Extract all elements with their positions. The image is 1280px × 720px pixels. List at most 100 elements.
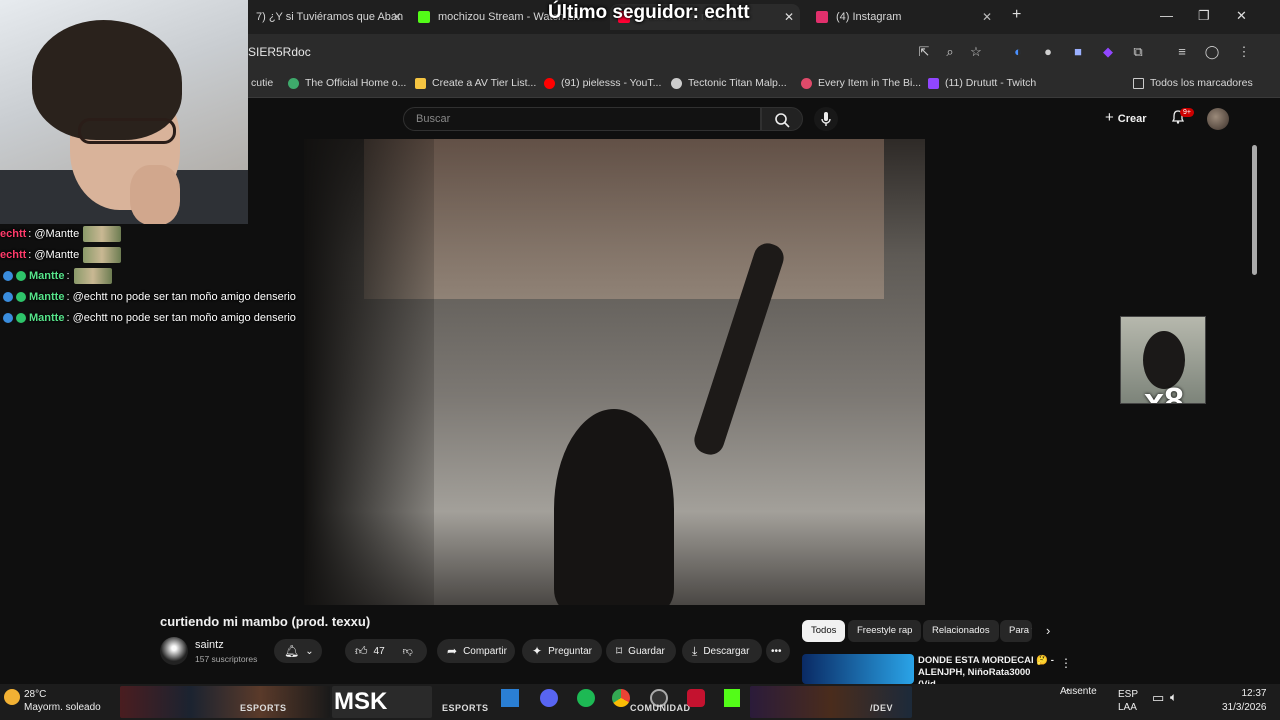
page-scrollbar[interactable] <box>1250 139 1258 679</box>
twitch-extension-icon[interactable]: ◆ <box>1100 44 1116 60</box>
wrench-badge-icon <box>3 313 13 323</box>
bookmark-item[interactable]: Every Item in The Bi... <box>801 77 921 89</box>
taskbar-banner-art <box>120 686 330 718</box>
discord-icon[interactable] <box>540 689 558 707</box>
install-app-icon[interactable]: ⇱ <box>916 44 932 60</box>
chat-message: Mantte : @echtt no pode ser tan moño ami… <box>0 287 310 307</box>
bookmark-item[interactable]: (11) Drututt - Twitch <box>928 77 1036 89</box>
like-icon[interactable]: 👍︎ <box>355 644 368 659</box>
subscription-bell-button[interactable]: 🔔︎ ⌄ <box>274 639 322 663</box>
search-button[interactable] <box>761 107 803 131</box>
chip-todos[interactable]: Todos <box>802 620 846 642</box>
bookmark-favicon-icon <box>671 77 682 89</box>
chevron-down-icon: ⌄ <box>305 645 314 657</box>
keyboard-layout: LAA <box>1118 702 1137 713</box>
folder-icon <box>1133 77 1144 89</box>
all-bookmarks-folder[interactable]: Todos los marcadores <box>1133 77 1253 89</box>
bookmark-item[interactable]: (91) pielesss - YouT... <box>544 77 661 89</box>
new-tab-button[interactable]: + <box>1012 6 1021 24</box>
plus-icon: + <box>1105 109 1114 126</box>
app-icon[interactable] <box>687 689 705 707</box>
extensions-puzzle-icon[interactable]: ⧉ <box>1130 44 1146 60</box>
close-tab-icon[interactable]: ✕ <box>982 10 992 24</box>
create-button[interactable]: + Crear <box>1105 109 1147 126</box>
verified-badge-icon <box>16 313 26 323</box>
video-options-icon[interactable]: ⋮ <box>1060 656 1072 670</box>
video-frame-shadow <box>304 139 434 605</box>
microphone-icon <box>821 112 831 126</box>
spotify-icon[interactable] <box>577 689 595 707</box>
bookmark-item[interactable]: Create a AV Tier List... <box>415 77 536 89</box>
channel-name[interactable]: saintz <box>195 639 224 651</box>
channel-avatar[interactable] <box>160 637 188 665</box>
webcam-glasses <box>78 118 176 144</box>
bookmark-item[interactable]: The Official Home o... <box>288 77 406 89</box>
latest-follower-text: Último seguidor: echtt <box>548 2 750 23</box>
system-clock[interactable]: 12:37 31/3/2026 <box>1222 687 1267 715</box>
chevron-right-icon[interactable]: › <box>1046 623 1050 638</box>
tab-title: (4) Instagram <box>836 11 902 23</box>
search-input[interactable]: Buscar <box>403 107 761 131</box>
like-dislike-group: 👍︎ 47 👎︎ <box>345 639 427 663</box>
chrome-icon[interactable] <box>612 689 630 707</box>
close-window-icon[interactable]: ✕ <box>1236 8 1247 24</box>
bookmark-star-icon[interactable]: ☆ <box>968 44 984 60</box>
close-tab-icon[interactable]: ✕ <box>784 10 794 24</box>
extension-icon[interactable]: ◐ <box>1010 44 1026 60</box>
scrollbar-thumb[interactable] <box>1252 145 1257 275</box>
overlay-multiplier-text: x8 <box>1143 380 1185 404</box>
streamer-webcam <box>0 0 248 224</box>
chip-para-ti[interactable]: Para ti <box>1000 620 1032 642</box>
windows-start-icon[interactable] <box>501 689 519 707</box>
save-button[interactable]: ⌑ Guardar <box>606 639 676 663</box>
tab-instagram[interactable]: (4) Instagram ✕ <box>808 4 998 30</box>
chat-username: Mantte <box>29 312 65 324</box>
extension-icon[interactable]: ■ <box>1070 44 1086 60</box>
weather-text: Mayorm. soleado <box>24 702 101 713</box>
language-indicator[interactable]: ESP LAA <box>1118 688 1138 714</box>
recommended-video-thumbnail[interactable] <box>802 654 914 684</box>
taskbar-banner-logo: MSK <box>332 686 432 718</box>
account-avatar[interactable] <box>1207 108 1229 130</box>
zoom-icon[interactable]: ⌕ <box>942 44 958 60</box>
share-icon: ➦ <box>447 644 458 658</box>
bookmark-item[interactable]: cutie <box>251 77 273 89</box>
minimize-icon[interactable]: — <box>1160 8 1173 23</box>
verified-badge-icon <box>16 292 26 302</box>
extension-icon[interactable]: ● <box>1040 44 1056 60</box>
dislike-icon[interactable]: 👎︎ <box>403 645 413 657</box>
video-player[interactable] <box>304 139 925 605</box>
weather-sun-icon <box>4 689 20 705</box>
volume-icon[interactable]: 🔈︎ <box>1170 690 1177 705</box>
url-text[interactable]: SIER5Rdoc <box>248 45 311 59</box>
chat-message: echtt : @Mantte <box>0 224 310 244</box>
close-tab-icon[interactable]: ✕ <box>392 10 402 24</box>
voice-search-button[interactable] <box>814 107 838 131</box>
chat-text: : <box>66 270 70 282</box>
ask-button[interactable]: ✦ Preguntar <box>522 639 602 663</box>
share-button[interactable]: ➦ Compartir <box>437 639 515 663</box>
download-button[interactable]: ⤓ Descargar <box>682 639 762 663</box>
chat-text: : @Mantte <box>28 249 80 261</box>
network-icon[interactable]: ▭ <box>1152 690 1164 706</box>
verified-badge-icon <box>16 271 26 281</box>
temperature-text: 28°C <box>24 689 47 700</box>
stream-chat: echtt : @Mantte echtt : @Mantte Mantte :… <box>0 224 310 329</box>
menu-kebab-icon[interactable]: ⋮ <box>1236 44 1252 60</box>
youtube-header: Buscar + Crear 9+ <box>248 99 1280 139</box>
more-actions-button[interactable]: ••• <box>766 639 790 663</box>
tab-youtube-video[interactable]: 7) ¿Y si Tuviéramos que Aban ✕ <box>248 4 408 30</box>
screen: 7) ¿Y si Tuviéramos que Aban ✕ mochizou … <box>0 0 1280 720</box>
chip-relacionados[interactable]: Relacionados <box>923 620 999 642</box>
bookmark-item[interactable]: Tectonic Titan Malp... <box>671 77 787 89</box>
restore-icon[interactable]: ❐ <box>1198 8 1210 24</box>
kick-icon[interactable] <box>724 689 740 707</box>
subscriber-count: 157 suscriptores <box>195 654 258 664</box>
profile-icon[interactable]: ◯ <box>1204 44 1220 60</box>
chip-freestyle-rap[interactable]: Freestyle rap <box>848 620 922 642</box>
like-count[interactable]: 47 <box>374 646 385 657</box>
media-controls-icon[interactable]: ≡ <box>1174 44 1190 60</box>
wrench-badge-icon <box>3 271 13 281</box>
overlay-thumbnail: x8 <box>1120 316 1206 404</box>
weather-widget[interactable]: 28°C Mayorm. soleado <box>24 688 101 714</box>
